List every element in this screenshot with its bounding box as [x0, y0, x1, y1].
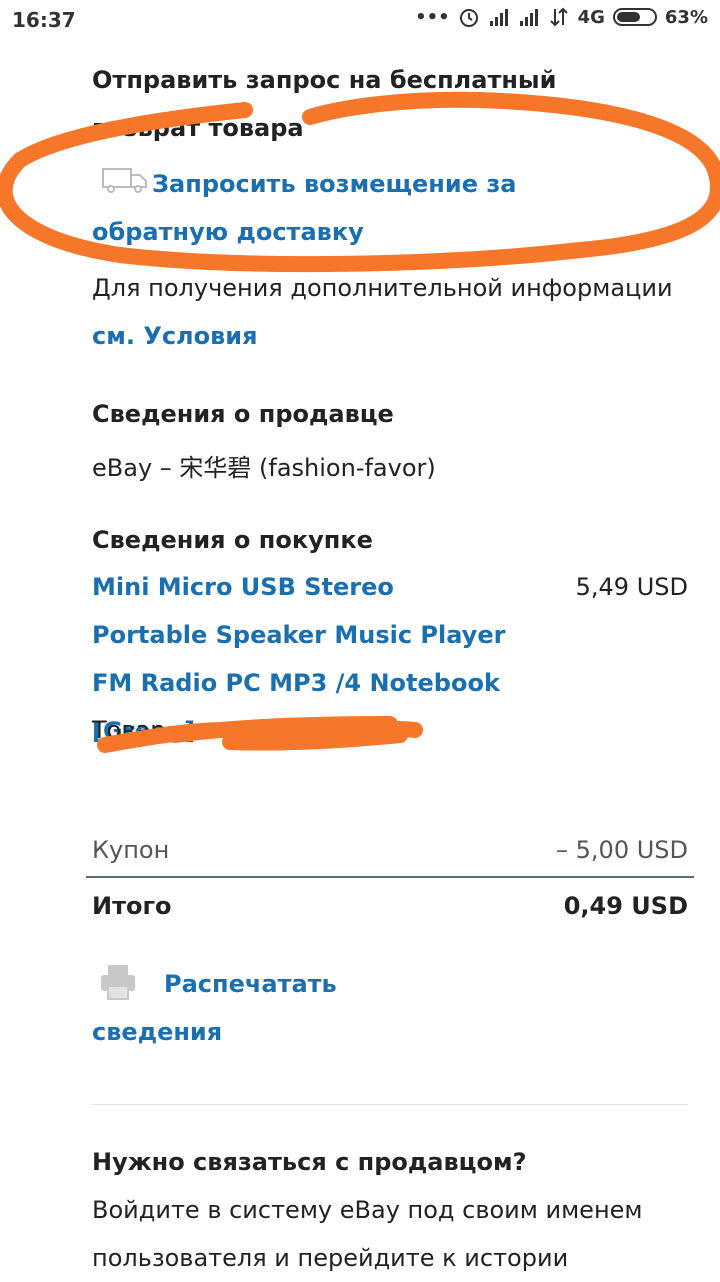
signal-icon [489, 9, 508, 26]
totals-divider [86, 876, 694, 878]
status-bar: 16:37 ••• 4G 63% [0, 0, 720, 40]
purchase-heading: Сведения о покупке [92, 526, 373, 554]
return-title: Отправить запрос на бесплатный возврат т… [92, 66, 557, 142]
status-time: 16:37 [12, 8, 76, 32]
battery-icon [612, 8, 657, 26]
seller-value: eBay – 宋华碧 (fashion-favor) [92, 454, 436, 482]
more-info-text: Для получения дополнительной информации [92, 274, 673, 302]
refund-link-container[interactable]: Запросить возмещение за обратную доставк… [92, 160, 672, 256]
data-transfer-icon [549, 7, 568, 27]
status-icons: ••• 4G 63% [415, 6, 708, 28]
terms-link[interactable]: см. Условия [92, 312, 258, 360]
total-row: Итого 0,49 USD [92, 892, 688, 920]
alarm-icon [459, 9, 478, 27]
total-label: Итого [92, 892, 172, 920]
print-link-container[interactable]: Распечатать сведения [92, 960, 412, 1056]
coupon-row: Купон – 5,00 USD [92, 836, 688, 864]
contact-heading: Нужно связаться с продавцом? [92, 1148, 527, 1176]
section-divider [92, 1104, 688, 1105]
contact-text: Войдите в систему eBay под своим именем … [92, 1196, 643, 1272]
truck-icon [102, 168, 147, 193]
printer-icon [101, 965, 135, 1000]
signal-icon-2 [519, 9, 538, 26]
print-link[interactable]: Распечатать сведения [92, 960, 402, 1056]
more-icon: ••• [415, 6, 450, 28]
network-type: 4G [577, 6, 605, 28]
refund-shipping-link[interactable]: Запросить возмещение за обратную доставк… [92, 160, 652, 256]
coupon-label: Купон [92, 836, 170, 864]
seller-heading: Сведения о продавце [92, 400, 394, 428]
battery-percent: 63% [664, 6, 708, 28]
coupon-value: – 5,00 USD [556, 836, 688, 864]
item-price: 5,49 USD [575, 573, 688, 601]
total-value: 0,49 USD [563, 892, 688, 920]
item-number: Товар [92, 716, 166, 744]
